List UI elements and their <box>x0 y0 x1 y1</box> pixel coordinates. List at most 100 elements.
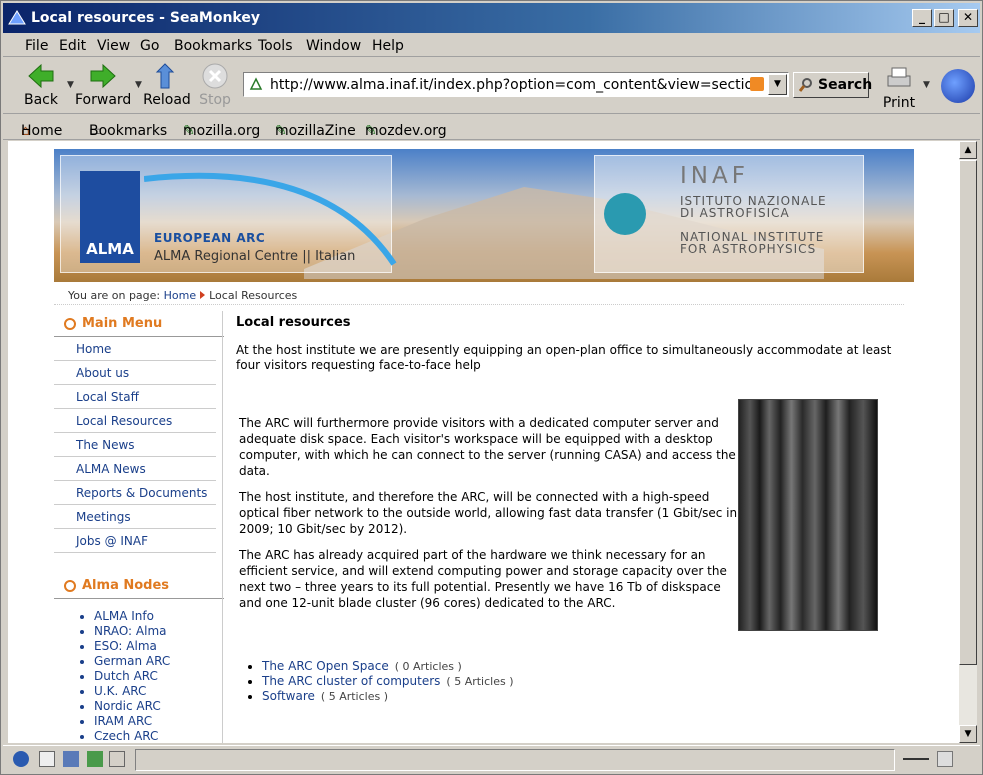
scroll-thumb[interactable] <box>959 160 977 665</box>
main-content: Local resources At the host institute we… <box>236 315 916 703</box>
article-body: The ARC will furthermore provide visitor… <box>239 415 739 621</box>
print-dropdown-icon[interactable]: ▼ <box>923 80 930 90</box>
inaf-english-name: NATIONAL INSTITUTE FOR ASTROPHYSICS <box>680 230 825 256</box>
navigation-toolbar: Back ▼ Forward ▼ Reload Stop http://www.… <box>3 58 980 114</box>
inaf-title: INAF <box>680 163 749 189</box>
page-favicon-icon <box>249 77 263 90</box>
category-list: The ARC Open Space ( 0 Articles ) The ARC… <box>262 659 514 704</box>
main-menu: Home About us Local Staff Local Resource… <box>54 337 224 553</box>
category-item: Software ( 5 Articles ) <box>262 689 514 704</box>
status-bar <box>3 745 980 773</box>
breadcrumb-arrow-icon <box>200 291 206 299</box>
security-lock-icon[interactable] <box>937 751 953 767</box>
scroll-down-button[interactable]: ▼ <box>959 725 977 743</box>
chat-icon[interactable] <box>63 751 79 767</box>
menu-item-jobs-inaf[interactable]: Jobs @ INAF <box>54 529 216 553</box>
menu-window[interactable]: Window <box>306 38 361 54</box>
vertical-scrollbar[interactable]: ▲ ▼ <box>959 141 977 743</box>
stop-icon <box>202 63 228 89</box>
node-link[interactable]: IRAM ARC <box>94 714 224 729</box>
back-dropdown-icon[interactable]: ▼ <box>67 80 74 90</box>
search-button[interactable]: Search <box>793 72 873 98</box>
window-title: Local resources - SeaMonkey <box>31 10 260 26</box>
main-menu-heading: Main Menu <box>54 311 224 337</box>
menu-item-home[interactable]: Home <box>54 337 216 361</box>
category-link[interactable]: The ARC cluster of computers <box>262 674 440 688</box>
menu-item-reports-documents[interactable]: Reports & Documents <box>54 481 216 505</box>
menu-item-about-us[interactable]: About us <box>54 361 216 385</box>
menu-file[interactable]: File <box>25 38 48 54</box>
node-link[interactable]: German ARC <box>94 654 224 669</box>
back-arrow-icon <box>28 63 54 89</box>
alma-logo-text: ALMA <box>86 240 134 258</box>
title-bar[interactable]: Local resources - SeaMonkey _ □ ✕ <box>3 3 980 33</box>
address-book-icon[interactable] <box>109 751 125 767</box>
alma-regional-centre-label: ALMA Regional Centre || Italian <box>154 249 356 264</box>
menu-help[interactable]: Help <box>372 38 404 54</box>
page-viewport[interactable]: ALMA EUROPEAN ARC ALMA Regional Centre |… <box>8 141 959 743</box>
sidebar-divider <box>222 311 223 743</box>
category-item: The ARC Open Space ( 0 Articles ) <box>262 659 514 674</box>
search-icon <box>799 78 812 92</box>
node-link[interactable]: Czech ARC <box>94 729 224 743</box>
url-text[interactable]: http://www.alma.inaf.it/index.php?option… <box>270 77 750 93</box>
menu-tools[interactable]: Tools <box>258 38 293 54</box>
category-link[interactable]: The ARC Open Space <box>262 659 389 673</box>
category-link[interactable]: Software <box>262 689 315 703</box>
scroll-up-button[interactable]: ▲ <box>959 141 977 159</box>
print-button[interactable]: Print <box>879 64 919 111</box>
status-text-field <box>135 749 895 771</box>
european-arc-label: EUROPEAN ARC <box>154 231 266 245</box>
reload-button[interactable]: Reload <box>143 62 191 108</box>
stop-label: Stop <box>199 92 231 108</box>
sidebar: Main Menu Home About us Local Staff Loca… <box>54 311 224 743</box>
breadcrumb-current: Local Resources <box>209 289 298 302</box>
breadcrumb-home-link[interactable]: Home <box>164 289 196 302</box>
page-title: Local resources <box>236 315 351 330</box>
close-button[interactable]: ✕ <box>958 9 978 27</box>
url-bar[interactable]: http://www.alma.inaf.it/index.php?option… <box>243 72 789 97</box>
alma-logo: ALMA <box>80 171 140 263</box>
menu-item-meetings[interactable]: Meetings <box>54 505 216 529</box>
node-link[interactable]: ESO: Alma <box>94 639 224 654</box>
forward-button[interactable]: Forward <box>75 62 131 108</box>
search-label: Search <box>818 77 873 93</box>
reload-icon <box>155 63 175 89</box>
seamonkey-app-icon <box>8 10 26 25</box>
reload-label: Reload <box>143 92 191 108</box>
forward-dropdown-icon[interactable]: ▼ <box>135 80 142 90</box>
menu-edit[interactable]: Edit <box>59 38 86 54</box>
mail-icon[interactable] <box>39 751 55 767</box>
maximize-button[interactable]: □ <box>934 9 954 27</box>
menu-item-local-staff[interactable]: Local Staff <box>54 385 216 409</box>
node-link[interactable]: ALMA Info <box>94 609 224 624</box>
menu-item-local-resources[interactable]: Local Resources <box>54 409 216 433</box>
menu-bar: File Edit View Go Bookmarks Tools Window… <box>3 34 980 57</box>
menu-view[interactable]: View <box>97 38 130 54</box>
minimize-button[interactable]: _ <box>912 9 932 27</box>
bookmarks-toolbar: ⌂ Home ▭ Bookmarks ✎ mozilla.org ✎ mozill… <box>3 115 980 140</box>
seamonkey-throbber-icon[interactable] <box>941 69 975 103</box>
node-link[interactable]: NRAO: Alma <box>94 624 224 639</box>
forward-arrow-icon <box>90 63 116 89</box>
menu-item-alma-news[interactable]: ALMA News <box>54 457 216 481</box>
site-banner: ALMA EUROPEAN ARC ALMA Regional Centre |… <box>54 149 914 282</box>
url-history-dropdown-icon[interactable]: ▼ <box>768 74 787 95</box>
composer-icon[interactable] <box>87 751 103 767</box>
stop-button[interactable]: Stop <box>195 62 235 108</box>
node-link[interactable]: Nordic ARC <box>94 699 224 714</box>
category-item: The ARC cluster of computers ( 5 Articles… <box>262 674 514 689</box>
menu-bookmarks[interactable]: Bookmarks <box>174 38 252 54</box>
back-button[interactable]: Back <box>21 62 61 108</box>
node-link[interactable]: Dutch ARC <box>94 669 224 684</box>
menu-item-the-news[interactable]: The News <box>54 433 216 457</box>
navigator-icon[interactable] <box>13 751 29 767</box>
paragraph: The host institute, and therefore the AR… <box>239 490 738 536</box>
menu-go[interactable]: Go <box>140 38 159 54</box>
rss-feed-icon[interactable] <box>750 77 764 91</box>
breadcrumb-divider <box>54 304 904 305</box>
connection-icon <box>903 758 929 760</box>
article-count: ( 0 Articles ) <box>394 660 462 673</box>
node-link[interactable]: U.K. ARC <box>94 684 224 699</box>
alma-nodes-heading: Alma Nodes <box>54 573 224 599</box>
